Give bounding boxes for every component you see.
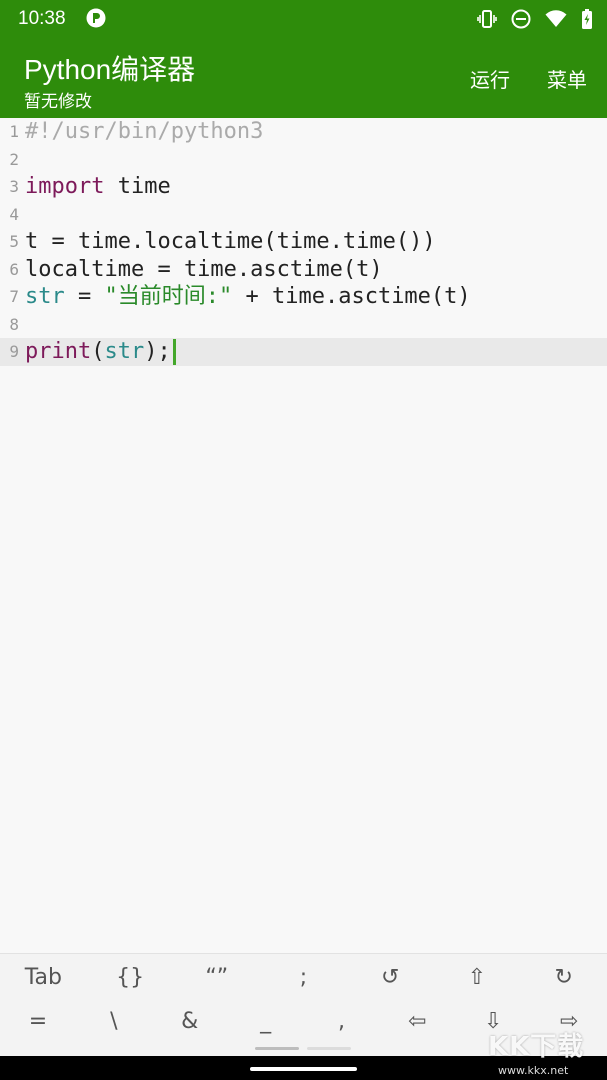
code-line[interactable]: 6 localtime = time.asctime(t) (0, 256, 607, 284)
code-line[interactable]: 7 str = "当前时间:" + time.asctime(t) (0, 283, 607, 311)
code-text[interactable]: #!/usr/bin/python3 (25, 118, 263, 146)
text-cursor (172, 339, 176, 365)
code-token-keyword: print (25, 339, 92, 364)
underscore-key[interactable]: _ (228, 1000, 304, 1044)
app-notification-icon (86, 8, 106, 28)
code-token-string: "当前时间:" (104, 284, 233, 309)
code-token-default: + time.asctime(t) (232, 284, 471, 309)
watermark: KK下载 www.kkx.net (488, 1024, 604, 1080)
run-button[interactable]: 运行 (470, 64, 510, 93)
code-token-comment: #!/usr/bin/python3 (25, 119, 264, 144)
page-indicator-active (255, 1047, 299, 1050)
app-toolbar: Python编译器 暂无修改 运行 菜单 (0, 40, 607, 118)
code-token-keyword: import (25, 174, 105, 199)
arrow-up-key[interactable]: ⇧ (434, 956, 521, 1000)
code-token-default: = (64, 284, 105, 309)
arrow-left-key[interactable]: ⇦ (379, 1000, 455, 1044)
code-text[interactable]: import time (25, 173, 171, 201)
line-number: 8 (9, 314, 19, 334)
tab-key[interactable]: Tab (0, 956, 87, 1000)
line-number: 5 (9, 232, 19, 251)
line-number: 6 (9, 259, 19, 279)
line-number: 2 (9, 149, 19, 169)
page-title: Python编译器 (24, 54, 196, 85)
code-text[interactable]: localtime = time.asctime(t) (25, 256, 383, 284)
watermark-url: www.kkx.net (498, 1064, 569, 1077)
code-editor[interactable]: 1 #!/usr/bin/python3 2 3 import time 4 5 t = ti… (0, 118, 607, 953)
line-number: 3 (9, 177, 19, 196)
code-line[interactable]: 8 (0, 311, 607, 339)
wifi-icon (545, 10, 567, 27)
status-time: 10:38 (18, 8, 66, 29)
comma-key[interactable]: , (304, 1000, 380, 1044)
line-number: 1 (9, 122, 19, 141)
page-subtitle: 暂无修改 (24, 92, 92, 112)
braces-key[interactable]: {} (87, 956, 174, 1000)
undo-key[interactable]: ↺ (347, 956, 434, 1000)
page-indicator (307, 1047, 351, 1050)
home-indicator[interactable] (250, 1067, 357, 1071)
code-line[interactable]: 4 (0, 201, 607, 229)
quotes-key[interactable]: “” (173, 956, 260, 1000)
menu-button[interactable]: 菜单 (547, 64, 587, 93)
vibrate-icon (477, 10, 497, 28)
code-token-builtin: str (104, 339, 145, 364)
do-not-disturb-icon (511, 9, 531, 29)
code-line[interactable]: 1 #!/usr/bin/python3 (0, 118, 607, 146)
status-bar: 10:38 (0, 0, 607, 40)
line-number: 7 (9, 287, 19, 306)
code-text[interactable]: print(str); (25, 338, 176, 366)
code-text[interactable]: t = time.localtime(time.time()) (25, 228, 436, 256)
battery-icon (582, 9, 592, 29)
code-token-builtin: str (25, 284, 65, 309)
code-token-default: time (104, 174, 171, 199)
ampersand-key[interactable]: & (152, 1000, 228, 1044)
backslash-key[interactable]: \ (76, 1000, 152, 1044)
symbol-row-1: Tab{} “”; ↺ ⇧ ↻ (0, 956, 607, 1000)
watermark-text: KK下载 (488, 1032, 585, 1062)
code-line[interactable]: 2 (0, 146, 607, 174)
code-token-default: t = time.localtime(time.time()) (25, 229, 436, 254)
code-text[interactable]: str = "当前时间:" + time.asctime(t) (25, 283, 471, 311)
code-line[interactable]: 9 print(str); (0, 338, 607, 366)
equals-key[interactable]: = (0, 1000, 76, 1044)
semicolon-key[interactable]: ; (260, 956, 347, 1000)
redo-key[interactable]: ↻ (520, 956, 607, 1000)
code-line[interactable]: 3 import time (0, 173, 607, 201)
code-token-default: localtime = time.asctime(t) (25, 256, 383, 282)
status-icons (477, 8, 593, 30)
code-token-default: ( (91, 339, 105, 364)
line-number: 4 (9, 204, 19, 224)
code-line[interactable]: 5 t = time.localtime(time.time()) (0, 228, 607, 256)
line-number: 9 (9, 342, 19, 361)
code-token-default: ); (144, 339, 171, 364)
